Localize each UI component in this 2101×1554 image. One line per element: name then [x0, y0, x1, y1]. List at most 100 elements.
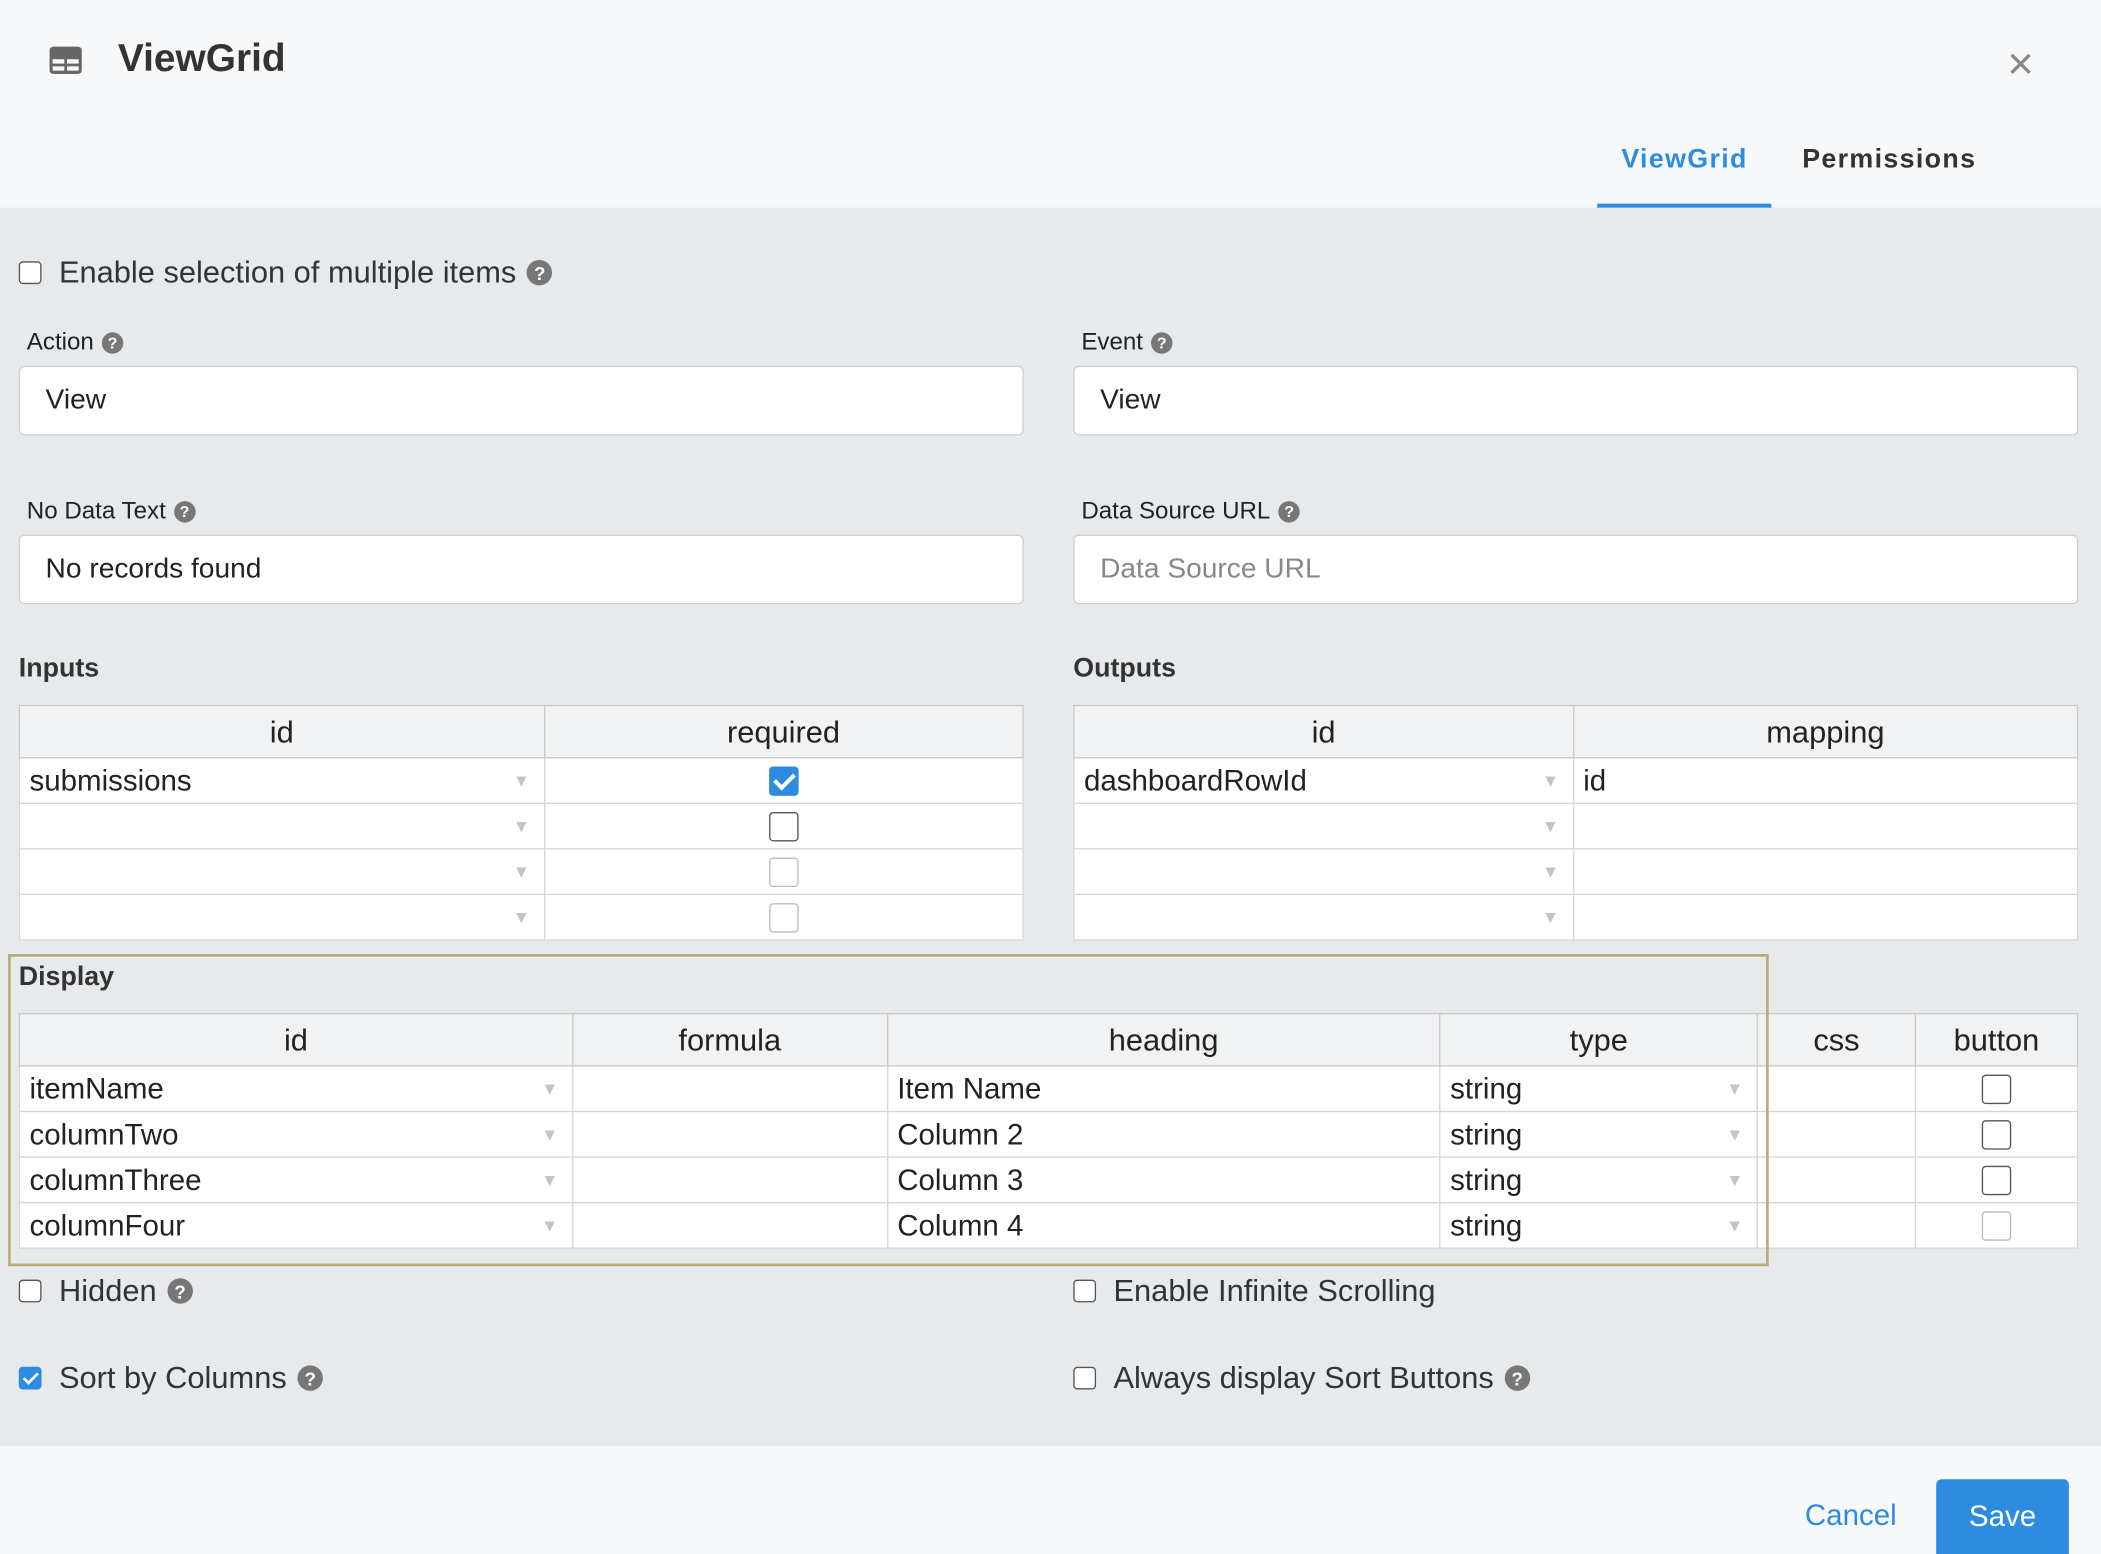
- column-header-id[interactable]: id: [18, 704, 545, 759]
- required-checkbox[interactable]: [768, 765, 799, 796]
- input-id-cell[interactable]: ▼: [18, 848, 545, 896]
- sort-by-columns-option[interactable]: Sort by Columns ?: [18, 1360, 323, 1396]
- column-header-css[interactable]: css: [1756, 1012, 1917, 1067]
- always-sort-buttons-option[interactable]: Always display Sort Buttons ?: [1073, 1360, 1530, 1396]
- type-cell[interactable]: string ▼: [1439, 1065, 1759, 1113]
- help-icon[interactable]: ?: [527, 259, 553, 286]
- dropdown-arrow-icon[interactable]: ▼: [541, 1170, 558, 1190]
- data-source-url-input[interactable]: Data Source URL: [1073, 534, 2079, 605]
- css-cell[interactable]: [1756, 1065, 1917, 1113]
- dropdown-arrow-icon[interactable]: ▼: [1542, 862, 1559, 882]
- dropdown-arrow-icon[interactable]: ▼: [513, 907, 530, 927]
- type-cell[interactable]: string ▼: [1439, 1110, 1759, 1158]
- display-id-cell[interactable]: itemName ▼: [18, 1065, 574, 1113]
- multi-select-checkbox[interactable]: [18, 261, 42, 285]
- formula-cell[interactable]: [571, 1201, 888, 1249]
- type-cell[interactable]: string ▼: [1439, 1156, 1759, 1204]
- mapping-cell[interactable]: id: [1572, 757, 2079, 804]
- input-id-cell[interactable]: ▼: [18, 893, 545, 941]
- column-header-type[interactable]: type: [1439, 1012, 1759, 1067]
- dropdown-arrow-icon[interactable]: ▼: [1726, 1215, 1743, 1235]
- display-id-cell[interactable]: columnFour ▼: [18, 1201, 574, 1249]
- mapping-cell[interactable]: [1572, 848, 2079, 896]
- heading-cell[interactable]: Column 2: [886, 1110, 1441, 1158]
- required-checkbox[interactable]: [768, 856, 799, 887]
- dropdown-arrow-icon[interactable]: ▼: [513, 816, 530, 836]
- dropdown-arrow-icon[interactable]: ▼: [541, 1124, 558, 1144]
- dropdown-arrow-icon[interactable]: ▼: [541, 1215, 558, 1235]
- dropdown-arrow-icon[interactable]: ▼: [1726, 1079, 1743, 1099]
- required-checkbox[interactable]: [768, 902, 799, 932]
- output-id-cell[interactable]: ▼: [1073, 893, 1574, 941]
- hidden-checkbox[interactable]: [18, 1279, 42, 1303]
- dropdown-arrow-icon[interactable]: ▼: [513, 862, 530, 882]
- heading-cell[interactable]: Column 3: [886, 1156, 1441, 1204]
- help-icon[interactable]: ?: [173, 500, 196, 522]
- type-cell[interactable]: string ▼: [1439, 1201, 1759, 1249]
- dropdown-arrow-icon[interactable]: ▼: [1726, 1170, 1743, 1190]
- hidden-option[interactable]: Hidden ?: [18, 1273, 193, 1309]
- column-header-heading[interactable]: heading: [886, 1012, 1441, 1067]
- column-header-button[interactable]: button: [1914, 1012, 2079, 1067]
- infinite-scrolling-checkbox[interactable]: [1073, 1279, 1097, 1303]
- input-id-cell[interactable]: submissions ▼: [18, 757, 545, 804]
- column-header-formula[interactable]: formula: [571, 1012, 888, 1067]
- formula-cell[interactable]: [571, 1110, 888, 1158]
- cancel-button[interactable]: Cancel: [1805, 1498, 1897, 1533]
- css-cell[interactable]: [1756, 1110, 1917, 1158]
- formula-cell[interactable]: [571, 1065, 888, 1113]
- dropdown-arrow-icon[interactable]: ▼: [1542, 816, 1559, 836]
- help-icon[interactable]: ?: [167, 1278, 193, 1304]
- button-checkbox[interactable]: [1981, 1165, 2012, 1195]
- button-checkbox[interactable]: [1981, 1119, 2012, 1149]
- heading-cell[interactable]: Item Name: [886, 1065, 1441, 1113]
- button-checkbox[interactable]: [1981, 1210, 2012, 1241]
- outputs-header-row: id mapping: [1073, 704, 2079, 759]
- output-id-cell[interactable]: ▼: [1073, 848, 1574, 896]
- help-icon[interactable]: ?: [1278, 500, 1300, 522]
- always-sort-buttons-checkbox[interactable]: [1073, 1366, 1097, 1390]
- table-row: columnFour ▼ Column 4 string ▼: [18, 1201, 2079, 1249]
- input-id-cell[interactable]: ▼: [18, 802, 545, 850]
- dropdown-arrow-icon[interactable]: ▼: [1542, 907, 1559, 927]
- help-icon[interactable]: ?: [297, 1365, 323, 1391]
- css-cell[interactable]: [1756, 1201, 1917, 1249]
- infinite-scrolling-option[interactable]: Enable Infinite Scrolling: [1073, 1273, 1436, 1309]
- table-row: dashboardRowId ▼ id: [1073, 757, 2079, 804]
- output-id-cell[interactable]: ▼: [1073, 802, 1574, 850]
- column-header-required[interactable]: required: [543, 704, 1024, 759]
- cell-value: itemName: [29, 1071, 164, 1105]
- formula-cell[interactable]: [571, 1156, 888, 1204]
- mapping-cell[interactable]: [1572, 802, 2079, 850]
- column-header-id[interactable]: id: [1073, 704, 1574, 759]
- data-source-url-placeholder: Data Source URL: [1100, 553, 1321, 585]
- output-id-cell[interactable]: dashboardRowId ▼: [1073, 757, 1574, 804]
- sort-by-columns-checkbox[interactable]: [18, 1366, 42, 1390]
- tab-permissions[interactable]: Permissions: [1802, 145, 1976, 176]
- event-input[interactable]: View: [1073, 365, 2079, 436]
- help-icon[interactable]: ?: [101, 331, 124, 354]
- no-data-text-input[interactable]: No records found: [18, 534, 1024, 605]
- help-icon[interactable]: ?: [1504, 1365, 1530, 1391]
- column-header-id[interactable]: id: [18, 1012, 574, 1067]
- multi-select-option[interactable]: Enable selection of multiple items ?: [18, 255, 553, 291]
- help-icon[interactable]: ?: [1151, 331, 1173, 354]
- column-header-mapping[interactable]: mapping: [1572, 704, 2079, 759]
- mapping-cell[interactable]: [1572, 893, 2079, 941]
- table-row: ▼: [18, 893, 1024, 941]
- required-checkbox[interactable]: [768, 811, 799, 841]
- dropdown-arrow-icon[interactable]: ▼: [1542, 770, 1559, 790]
- dropdown-arrow-icon[interactable]: ▼: [541, 1079, 558, 1099]
- display-id-cell[interactable]: columnTwo ▼: [18, 1110, 574, 1158]
- close-icon[interactable]: ×: [1999, 42, 2042, 88]
- display-id-cell[interactable]: columnThree ▼: [18, 1156, 574, 1204]
- table-row: ▼: [1073, 848, 2079, 896]
- button-checkbox[interactable]: [1981, 1073, 2012, 1104]
- tab-viewgrid[interactable]: ViewGrid: [1621, 145, 1747, 176]
- action-input[interactable]: View: [18, 365, 1024, 436]
- dropdown-arrow-icon[interactable]: ▼: [513, 770, 530, 790]
- save-button[interactable]: Save: [1936, 1479, 2069, 1554]
- heading-cell[interactable]: Column 4: [886, 1201, 1441, 1249]
- css-cell[interactable]: [1756, 1156, 1917, 1204]
- dropdown-arrow-icon[interactable]: ▼: [1726, 1124, 1743, 1144]
